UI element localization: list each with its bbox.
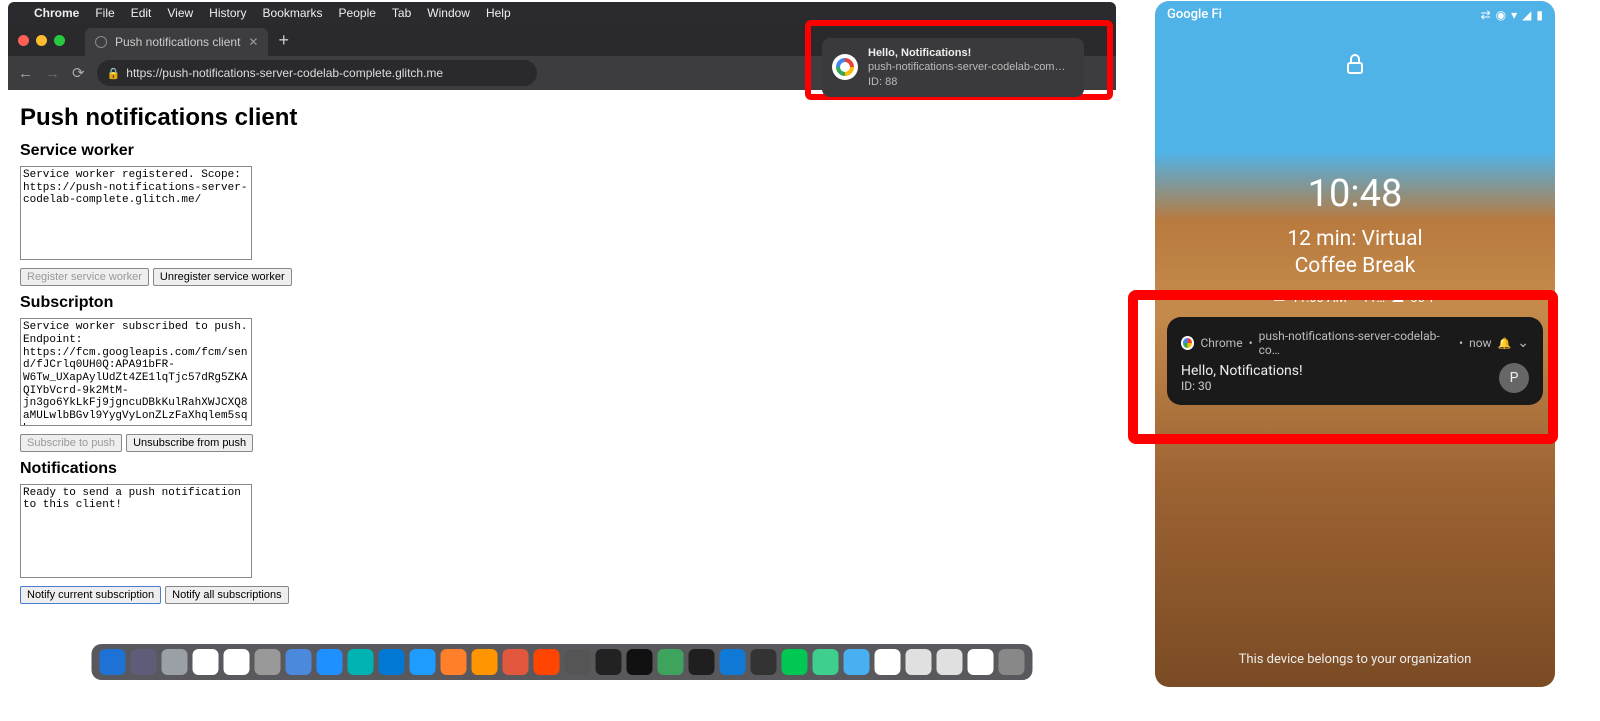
signal-icon: ◢ <box>1522 8 1531 22</box>
dock-app-7[interactable] <box>317 649 343 675</box>
window-controls <box>18 35 65 46</box>
dock-app-2[interactable] <box>162 649 188 675</box>
vibrate-icon: ◉ <box>1496 8 1506 22</box>
notify-all-button[interactable]: Notify all subscriptions <box>165 586 288 604</box>
menu-window[interactable]: Window <box>427 6 470 20</box>
cast-icon: ⇄ <box>1481 8 1491 22</box>
dock-app-13[interactable] <box>503 649 529 675</box>
forward-button[interactable]: → <box>45 65 60 82</box>
section-service-worker: Service worker <box>20 142 1104 160</box>
notification-title: Hello, Notifications! <box>868 46 1068 60</box>
subscribe-button: Subscribe to push <box>20 434 122 452</box>
notification-body: ID: 30 <box>1181 379 1303 393</box>
dock-app-12[interactable] <box>472 649 498 675</box>
register-sw-button: Register service worker <box>20 268 149 286</box>
menu-chrome[interactable]: Chrome <box>34 6 79 20</box>
reload-button[interactable]: ⟳ <box>72 64 85 82</box>
dock-app-29[interactable] <box>999 649 1025 675</box>
subscription-output[interactable] <box>20 318 252 425</box>
carrier-label: Google Fi <box>1167 7 1222 22</box>
dock-app-4[interactable] <box>224 649 250 675</box>
menu-history[interactable]: History <box>209 6 246 20</box>
dock-app-16[interactable] <box>596 649 622 675</box>
unsubscribe-button[interactable]: Unsubscribe from push <box>126 434 253 452</box>
dock-app-23[interactable] <box>813 649 839 675</box>
service-worker-output[interactable] <box>20 166 252 260</box>
bell-icon: 🔔 <box>1498 337 1512 350</box>
dock-app-17[interactable] <box>627 649 653 675</box>
menu-file[interactable]: File <box>95 6 114 20</box>
lock-icon: 🔒 <box>107 67 121 80</box>
notification-title: Hello, Notifications! <box>1181 363 1303 379</box>
new-tab-button[interactable]: + <box>268 30 299 51</box>
section-subscription: Subscripton <box>20 294 1104 312</box>
lock-icon <box>1155 52 1555 82</box>
dock-app-1[interactable] <box>131 649 157 675</box>
dock-app-21[interactable] <box>751 649 777 675</box>
zoom-window-button[interactable] <box>54 35 65 46</box>
url-text: https://push-notifications-server-codela… <box>126 66 443 80</box>
dock-app-15[interactable] <box>565 649 591 675</box>
dock-app-25[interactable] <box>875 649 901 675</box>
tab-title: Push notifications client <box>115 35 240 49</box>
chevron-down-icon[interactable]: ⌄ <box>1517 335 1529 351</box>
dock-app-24[interactable] <box>844 649 870 675</box>
notification-app: Chrome <box>1200 336 1242 350</box>
notification-source: push-notifications-server-codelab-co… <box>1259 329 1453 357</box>
android-notification[interactable]: Chrome • push-notifications-server-codel… <box>1167 317 1543 405</box>
dock-app-26[interactable] <box>906 649 932 675</box>
browser-tab[interactable]: Push notifications client ✕ <box>85 28 268 56</box>
mac-dock <box>92 644 1033 680</box>
chrome-icon <box>1181 336 1194 350</box>
dock-app-10[interactable] <box>410 649 436 675</box>
dock-app-22[interactable] <box>782 649 808 675</box>
dock-app-20[interactable] <box>720 649 746 675</box>
device-owner-message: This device belongs to your organization <box>1155 652 1555 667</box>
desktop-screenshot: Chrome File Edit View History Bookmarks … <box>8 2 1116 682</box>
section-notifications: Notifications <box>20 460 1104 478</box>
dock-app-11[interactable] <box>441 649 467 675</box>
dock-app-8[interactable] <box>348 649 374 675</box>
back-button[interactable]: ← <box>18 65 33 82</box>
page-title: Push notifications client <box>20 104 1104 132</box>
dock-app-18[interactable] <box>658 649 684 675</box>
notifications-output[interactable] <box>20 484 252 578</box>
menu-people[interactable]: People <box>339 6 376 20</box>
wifi-icon: ▾ <box>1511 8 1517 22</box>
dock-app-0[interactable] <box>100 649 126 675</box>
close-tab-icon[interactable]: ✕ <box>248 35 258 49</box>
unregister-sw-button[interactable]: Unregister service worker <box>153 268 292 286</box>
dock-app-14[interactable] <box>534 649 560 675</box>
address-bar[interactable]: 🔒 https://push-notifications-server-code… <box>97 60 537 86</box>
mac-notification[interactable]: Hello, Notifications! push-notifications… <box>822 38 1084 97</box>
lockscreen-clock: 10:48 <box>1155 172 1555 216</box>
menu-view[interactable]: View <box>167 6 193 20</box>
phone-statusbar: Google Fi ⇄ ◉ ▾ ◢ ▮ <box>1155 1 1555 28</box>
minimize-window-button[interactable] <box>36 35 47 46</box>
dock-app-9[interactable] <box>379 649 405 675</box>
dock-app-27[interactable] <box>937 649 963 675</box>
page-content: Push notifications client Service worker… <box>8 90 1116 644</box>
dock-app-5[interactable] <box>255 649 281 675</box>
battery-icon: ▮ <box>1536 8 1543 22</box>
avatar: P <box>1499 363 1529 393</box>
notify-current-button[interactable]: Notify current subscription <box>20 586 161 604</box>
menu-help[interactable]: Help <box>486 6 511 20</box>
notification-body: ID: 88 <box>868 75 1068 89</box>
notification-source: push-notifications-server-codelab-comple… <box>868 60 1068 74</box>
calendar-event: 12 min: Virtual Coffee Break <box>1155 226 1555 281</box>
dock-app-19[interactable] <box>689 649 715 675</box>
menu-edit[interactable]: Edit <box>131 6 152 20</box>
phone-screenshot: Google Fi ⇄ ◉ ▾ ◢ ▮ 10:48 12 min: Virtua… <box>1155 1 1555 687</box>
dock-app-6[interactable] <box>286 649 312 675</box>
notification-time: now <box>1469 336 1492 350</box>
menu-bookmarks[interactable]: Bookmarks <box>263 6 323 20</box>
globe-icon <box>95 36 107 48</box>
dock-app-3[interactable] <box>193 649 219 675</box>
chrome-icon <box>832 54 858 80</box>
dock-app-28[interactable] <box>968 649 994 675</box>
close-window-button[interactable] <box>18 35 29 46</box>
menu-tab[interactable]: Tab <box>392 6 411 20</box>
